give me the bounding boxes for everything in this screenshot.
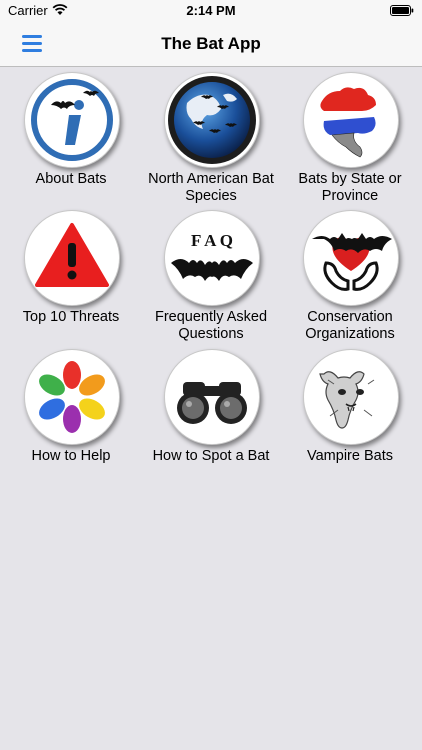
faq-letters: F A Q	[191, 231, 233, 250]
tile-how-to-help[interactable]: How to Help	[1, 349, 141, 479]
battery-icon	[390, 5, 414, 16]
heart-hands-bat-icon	[303, 210, 399, 306]
tile-north-american-bat-species[interactable]: North American Bat Species	[141, 72, 281, 204]
navigation-bar: The Bat App	[0, 22, 422, 67]
tile-frequently-asked-questions[interactable]: F A Q Frequently Asked Questions	[141, 210, 281, 342]
tile-label: Frequently Asked Questions	[154, 309, 268, 342]
tile-label: Bats by State or Province	[298, 171, 402, 204]
app-title: The Bat App	[161, 34, 261, 53]
clock-time: 2:14 PM	[186, 3, 236, 18]
tile-label: North American Bat Species	[148, 171, 274, 204]
tile-label: About Bats	[35, 171, 107, 187]
tile-about-bats[interactable]: About Bats	[1, 72, 141, 202]
tile-label: How to Help	[31, 448, 111, 464]
vampire-bat-sketch-icon	[303, 349, 399, 445]
globe-bats-icon	[164, 72, 260, 168]
north-america-map-icon	[303, 72, 399, 168]
tile-how-to-spot-a-bat[interactable]: How to Spot a Bat	[141, 349, 281, 479]
tile-label: Conservation Organizations	[305, 309, 395, 342]
info-bat-icon	[24, 72, 120, 168]
warning-triangle-icon	[24, 210, 120, 306]
tile-label: Top 10 Threats	[22, 309, 120, 325]
status-bar: Carrier 2:14 PM	[0, 0, 422, 22]
tile-conservation-organizations[interactable]: Conservation Organizations	[280, 210, 420, 342]
colorful-hands-icon	[24, 349, 120, 445]
tile-vampire-bats[interactable]: Vampire Bats	[280, 349, 420, 479]
tile-top-10-threats[interactable]: Top 10 Threats	[1, 210, 141, 340]
tile-label: How to Spot a Bat	[152, 448, 270, 464]
tile-bats-by-state-or-province[interactable]: Bats by State or Province	[280, 72, 420, 204]
tile-label: Vampire Bats	[307, 448, 393, 464]
faq-bat-icon: F A Q	[164, 210, 260, 306]
binoculars-icon	[164, 349, 260, 445]
